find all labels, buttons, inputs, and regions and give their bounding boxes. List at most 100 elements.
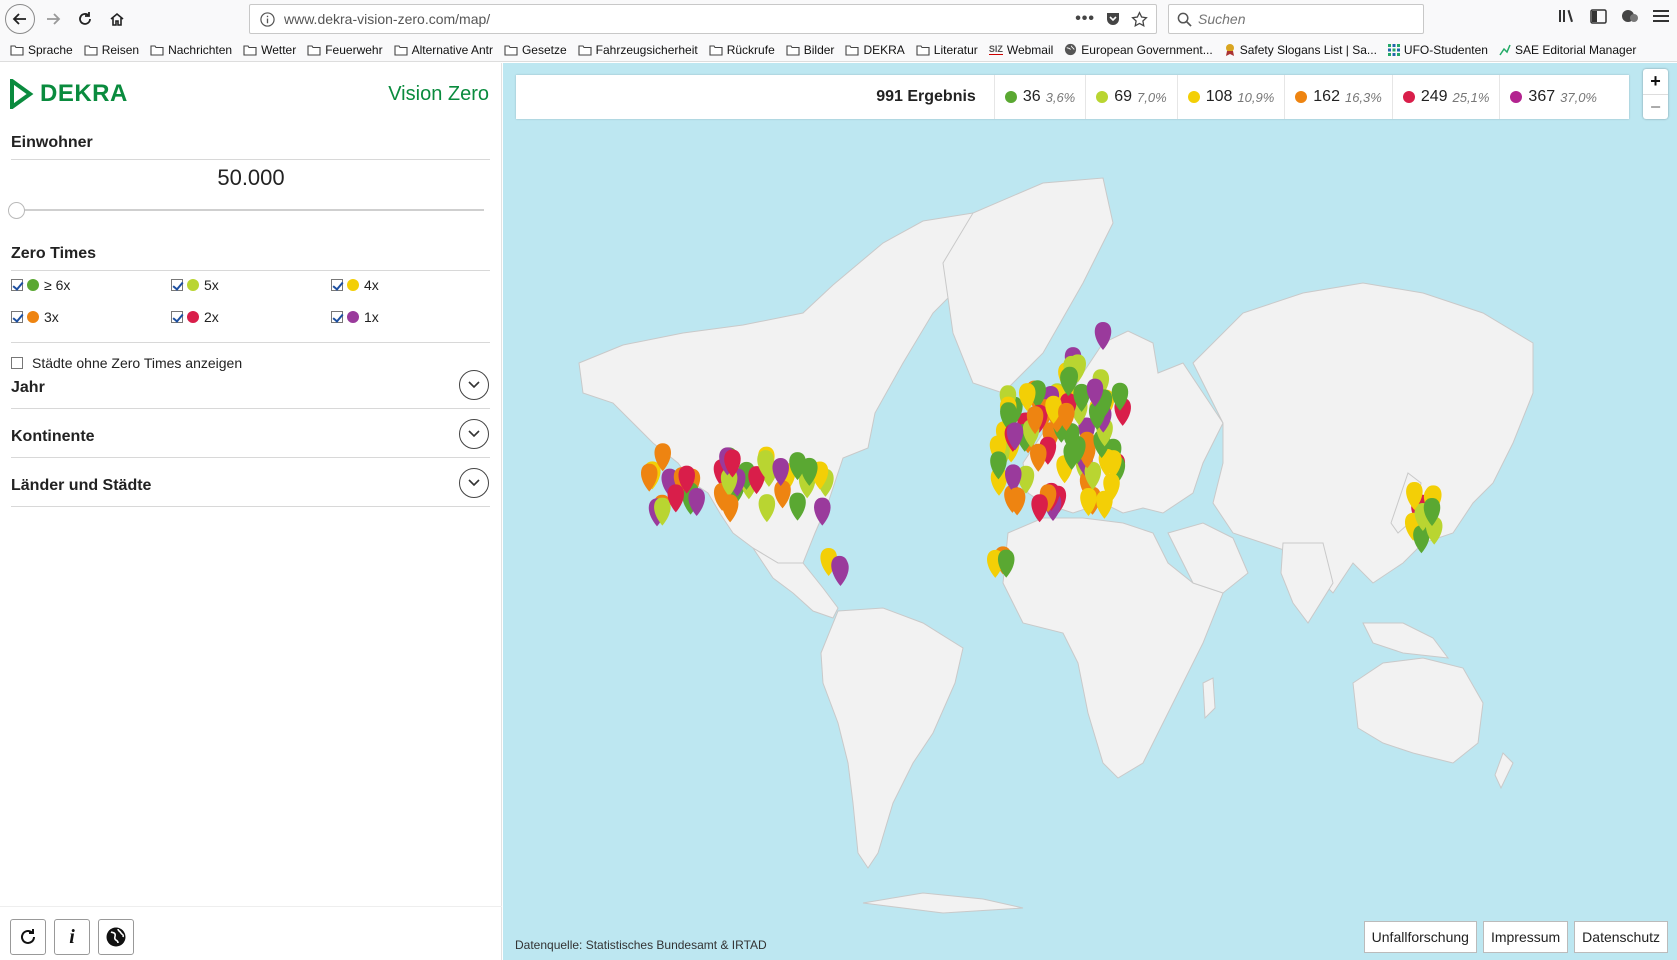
bookmark-item[interactable]: DEKRA <box>845 43 905 57</box>
forward-button[interactable] <box>39 5 67 33</box>
bookmark-item[interactable]: Feuerwehr <box>307 43 383 57</box>
zero-times-checkbox[interactable] <box>171 311 183 323</box>
arrow-left-icon <box>12 13 26 25</box>
zoom-out-button[interactable]: − <box>1643 94 1668 119</box>
summary-group: 69 7,0% <box>1085 75 1176 119</box>
bookmark-item[interactable]: Literatur <box>916 43 978 57</box>
zero-times-title: Zero Times <box>11 245 97 262</box>
accordion-title[interactable]: Kontinente <box>11 428 95 446</box>
address-bar[interactable]: www.dekra-vision-zero.com/map/ ••• <box>249 4 1157 34</box>
bookmark-label: European Government... <box>1081 42 1213 57</box>
divider <box>11 457 490 458</box>
search-bar[interactable] <box>1168 4 1424 34</box>
show-without-zero-times[interactable]: Städte ohne Zero Times anzeigen <box>11 355 242 371</box>
tagline: Vision Zero <box>388 83 489 105</box>
bookmark-item[interactable]: Gesetze <box>504 43 567 57</box>
bookmark-item[interactable]: Sprache <box>10 43 73 57</box>
divider <box>0 906 502 907</box>
world-map-canvas[interactable] <box>503 63 1677 960</box>
zero-times-checkbox[interactable] <box>11 279 23 291</box>
madagascar-shape <box>1202 677 1216 720</box>
bookmark-item[interactable]: Reisen <box>84 43 139 57</box>
population-title: Einwohner <box>11 134 93 151</box>
population-slider-track[interactable] <box>16 209 484 211</box>
zero-times-filter[interactable]: 2x <box>171 309 219 325</box>
zero-times-checkbox[interactable] <box>331 311 343 323</box>
back-button[interactable] <box>5 4 35 34</box>
map-marker[interactable] <box>640 463 658 492</box>
color-dot <box>1402 91 1415 103</box>
population-value: 50.000 <box>217 165 285 190</box>
accordion-toggle-button[interactable] <box>459 370 489 400</box>
bookmark-star-icon[interactable] <box>1131 10 1148 28</box>
home-button[interactable] <box>103 5 131 33</box>
bookmark-label: Wetter <box>261 42 297 57</box>
color-dot <box>1510 91 1523 103</box>
bookmark-item[interactable]: Fahrzeugsicherheit <box>578 43 698 57</box>
bookmark-item[interactable]: Alternative Antr <box>394 43 493 57</box>
bookmark-item[interactable]: European Government... <box>1064 42 1213 57</box>
bookmark-item[interactable]: Rückrufe <box>709 43 775 57</box>
group-percent: 7,0% <box>1137 89 1167 105</box>
zero-times-filter[interactable]: 4x <box>331 277 379 293</box>
reset-button[interactable] <box>10 919 46 955</box>
show-without-checkbox[interactable] <box>11 357 23 369</box>
zero-times-filter[interactable]: 1x <box>331 309 379 325</box>
divider <box>11 342 490 343</box>
reload-button[interactable] <box>71 5 99 33</box>
globe-button[interactable] <box>98 919 134 955</box>
summary-group: 108 10,9% <box>1176 75 1285 119</box>
dekra-logo: DEKRA <box>10 79 128 109</box>
zoom-in-button[interactable]: + <box>1643 69 1668 94</box>
page-actions-icon[interactable]: ••• <box>1075 10 1095 28</box>
group-count: 162 <box>1313 88 1340 105</box>
folder-icon <box>243 44 257 56</box>
world-map[interactable]: 991 Ergebnis 36 3,6% 69 7,0% 108 10,9% 162 16,3… <box>503 63 1677 960</box>
accordion-title[interactable]: Jahr <box>11 379 45 397</box>
summary-group: 36 3,6% <box>993 75 1085 119</box>
brand-wordmark: DEKRA <box>40 80 128 107</box>
bookmark-item[interactable]: Safety Slogans List | Sa... <box>1224 43 1377 57</box>
extension-icon[interactable] <box>1621 8 1639 24</box>
north-america-shape <box>578 212 1004 582</box>
zero-times-filter[interactable]: ≥ 6x <box>11 277 70 293</box>
zero-times-checkbox[interactable] <box>11 311 23 323</box>
chevron-down-icon <box>468 381 480 389</box>
library-icon[interactable] <box>1558 8 1576 24</box>
menu-icon[interactable] <box>1653 9 1669 23</box>
color-dot <box>187 279 199 291</box>
accordion-toggle-button[interactable] <box>459 468 489 498</box>
group-count: 108 <box>1205 88 1233 105</box>
map-link-button[interactable]: Impressum <box>1482 921 1569 953</box>
accordion-title[interactable]: Länder und Städte <box>11 477 151 495</box>
bookmark-label: Webmail <box>1006 42 1054 57</box>
zero-times-filter[interactable]: 3x <box>11 309 59 325</box>
bookmark-item[interactable]: SIZ Webmail <box>988 42 1054 57</box>
bookmark-item[interactable]: Nachrichten <box>150 43 232 57</box>
sidebar-icon[interactable] <box>1590 8 1607 24</box>
map-link-button[interactable]: Unfallforschung <box>1363 921 1477 953</box>
zero-times-checkbox[interactable] <box>171 279 183 291</box>
zero-times-filter[interactable]: 5x <box>171 277 219 293</box>
group-percent: 16,3% <box>1344 89 1382 105</box>
map-link-button[interactable]: Datenschutz <box>1574 921 1668 953</box>
accordion-toggle-button[interactable] <box>459 419 489 449</box>
folder-icon <box>786 44 800 56</box>
globe-icon <box>106 927 126 947</box>
bookmark-item[interactable]: UFO-Studenten <box>1387 43 1488 57</box>
bookmark-item[interactable]: Wetter <box>243 43 296 57</box>
pocket-icon[interactable] <box>1105 11 1121 27</box>
info-button[interactable]: i <box>54 919 90 955</box>
browser-toolbar: www.dekra-vision-zero.com/map/ ••• <box>0 0 1677 38</box>
new-zealand-shape <box>1494 752 1514 790</box>
bookmark-item[interactable]: Bilder <box>786 43 834 57</box>
award-icon <box>1224 43 1236 57</box>
zero-times-checkbox[interactable] <box>331 279 343 291</box>
search-input[interactable] <box>1198 11 1408 27</box>
map-marker[interactable] <box>831 555 848 584</box>
population-slider-handle[interactable] <box>8 202 25 219</box>
info-icon <box>260 12 275 27</box>
filter-sidebar: DEKRA Vision Zero Einwohner 50.000 Zero … <box>0 63 502 960</box>
bookmark-item[interactable]: SAE Editorial Manager <box>1499 43 1636 57</box>
zero-times-label: 3x <box>44 309 59 325</box>
